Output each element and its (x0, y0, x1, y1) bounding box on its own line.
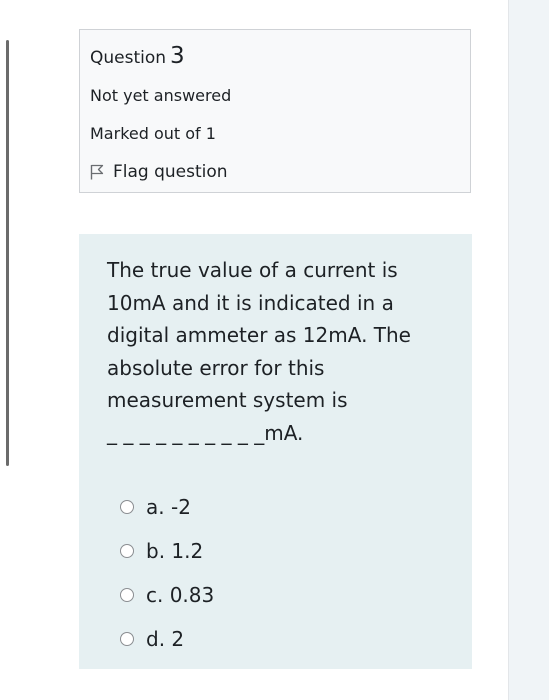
radio-icon[interactable] (120, 588, 134, 602)
answer-label: d. 2 (146, 627, 185, 651)
answer-label: a. -2 (146, 495, 191, 519)
quiz-page: Question 3 Not yet answered Marked out of… (0, 0, 549, 700)
side-panel (508, 0, 549, 700)
flag-question-label: Flag question (113, 162, 228, 182)
answer-option-b[interactable]: b. 1.2 (107, 529, 444, 573)
question-content: The true value of a current is 10mA and … (79, 234, 472, 669)
answer-option-a[interactable]: a. -2 (107, 485, 444, 529)
answer-option-c[interactable]: c. 0.83 (107, 573, 444, 617)
marks-info: Marked out of 1 (90, 124, 216, 143)
answer-label: b. 1.2 (146, 539, 204, 563)
answer-options: a. -2 b. 1.2 c. 0.83 d. 2 (107, 485, 444, 661)
scroll-indicator (6, 40, 9, 466)
question-label: Question (90, 48, 167, 68)
radio-icon[interactable] (120, 500, 134, 514)
question-number: 3 (170, 43, 185, 69)
question-text: The true value of a current is 10mA and … (107, 258, 411, 445)
flag-icon (90, 164, 104, 180)
flag-question-link[interactable]: Flag question (90, 158, 460, 186)
answer-option-d[interactable]: d. 2 (107, 617, 444, 661)
radio-icon[interactable] (120, 544, 134, 558)
question-info-panel: Question 3 Not yet answered Marked out of… (79, 29, 471, 193)
question-number-line: Question 3 (90, 40, 460, 72)
answer-label: c. 0.83 (146, 583, 215, 607)
answer-status: Not yet answered (90, 86, 232, 105)
radio-icon[interactable] (120, 632, 134, 646)
